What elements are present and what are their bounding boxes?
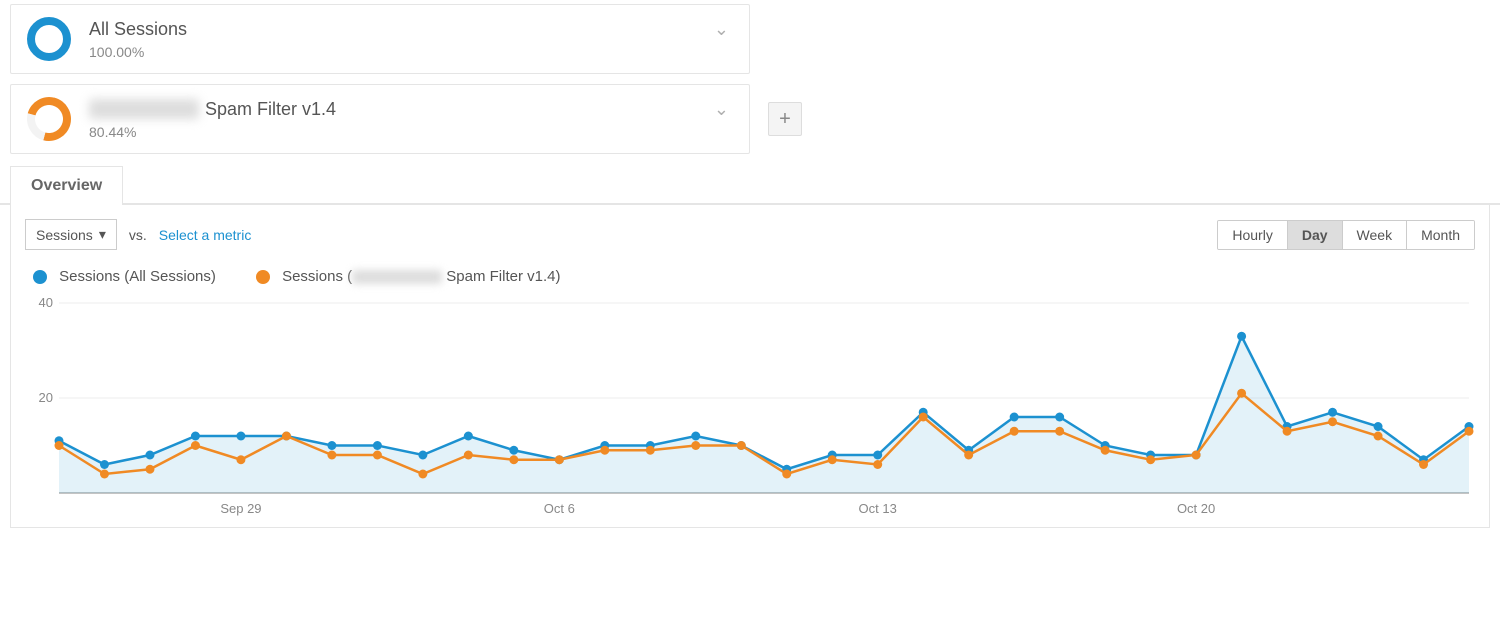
data-point: [55, 441, 64, 450]
data-point: [1237, 332, 1246, 341]
donut-icon-orange: [19, 89, 79, 149]
data-point: [1101, 446, 1110, 455]
data-point: [236, 455, 245, 464]
data-point: [191, 432, 200, 441]
data-point: [737, 441, 746, 450]
segment-row-0: All Sessions 100.00% ⌄: [10, 4, 1490, 74]
data-point: [555, 455, 564, 464]
data-point: [1465, 427, 1474, 436]
data-point: [1055, 413, 1064, 422]
data-point: [373, 451, 382, 460]
data-point: [782, 470, 791, 479]
data-point: [1192, 451, 1201, 460]
legend-label-b-prefix: Sessions (: [282, 268, 352, 285]
data-point: [282, 432, 291, 441]
data-point: [1010, 427, 1019, 436]
segment-percent: 100.00%: [89, 44, 187, 60]
data-point: [418, 470, 427, 479]
tab-overview[interactable]: Overview: [10, 166, 123, 205]
segment-row-1: Spam Filter v1.4 80.44% ⌄ +: [10, 84, 1490, 154]
data-point: [1374, 432, 1383, 441]
caret-down-icon: ▾: [99, 226, 106, 243]
segment-text: Spam Filter v1.4 80.44%: [89, 99, 336, 140]
area-fill: [59, 336, 1469, 493]
line-chart-svg: 20 40 Sep 29 Oct 6 Oct 13 Oct 20: [25, 291, 1479, 521]
data-point: [1328, 408, 1337, 417]
legend-item-all-sessions: Sessions (All Sessions): [33, 268, 216, 285]
data-point: [1328, 417, 1337, 426]
data-point: [509, 455, 518, 464]
segments-area: All Sessions 100.00% ⌄ Spam Filter v1.4 …: [0, 0, 1500, 154]
x-tick-label: Oct 20: [1177, 501, 1215, 516]
data-point: [1146, 455, 1155, 464]
metric-selector[interactable]: Sessions ▾: [25, 219, 117, 250]
data-point: [691, 441, 700, 450]
data-point: [145, 465, 154, 474]
granularity-day[interactable]: Day: [1287, 221, 1342, 249]
segment-title: Spam Filter v1.4: [89, 99, 336, 120]
add-segment-button[interactable]: +: [768, 102, 802, 136]
y-tick-label: 40: [39, 295, 53, 310]
segment-percent: 80.44%: [89, 124, 336, 140]
redacted-text: [352, 270, 442, 284]
controls-left: Sessions ▾ vs. Select a metric: [25, 219, 251, 250]
legend-dot-orange: [256, 270, 270, 284]
segment-card-all-sessions[interactable]: All Sessions 100.00% ⌄: [10, 4, 750, 74]
data-point: [464, 432, 473, 441]
data-point: [1010, 413, 1019, 422]
x-tick-label: Oct 6: [544, 501, 575, 516]
redacted-text: [89, 99, 199, 119]
data-point: [1283, 427, 1292, 436]
segment-title: All Sessions: [89, 19, 187, 40]
data-point: [828, 455, 837, 464]
x-tick-label: Sep 29: [220, 501, 261, 516]
granularity-month[interactable]: Month: [1406, 221, 1474, 249]
data-point: [327, 451, 336, 460]
data-point: [191, 441, 200, 450]
data-point: [100, 460, 109, 469]
data-point: [236, 432, 245, 441]
select-metric-link[interactable]: Select a metric: [159, 227, 252, 243]
data-point: [327, 441, 336, 450]
granularity-hourly[interactable]: Hourly: [1218, 221, 1286, 249]
data-point: [646, 446, 655, 455]
data-point: [1419, 460, 1428, 469]
data-point: [100, 470, 109, 479]
legend-item-spam-filter: Sessions ( Spam Filter v1.4): [256, 268, 561, 285]
metric-selector-label: Sessions: [36, 227, 93, 243]
donut-icon-blue: [27, 17, 71, 61]
data-point: [1237, 389, 1246, 398]
x-tick-label: Oct 13: [859, 501, 897, 516]
data-point: [600, 446, 609, 455]
data-point: [1055, 427, 1064, 436]
chart-panel: Sessions ▾ vs. Select a metric HourlyDay…: [10, 205, 1490, 528]
line-chart: 20 40 Sep 29 Oct 6 Oct 13 Oct 20: [25, 291, 1475, 521]
data-point: [418, 451, 427, 460]
chevron-down-icon[interactable]: ⌄: [714, 99, 729, 120]
vs-label: vs.: [129, 227, 147, 243]
y-tick-label: 20: [39, 390, 53, 405]
chevron-down-icon[interactable]: ⌄: [714, 19, 729, 40]
data-point: [873, 460, 882, 469]
data-point: [1374, 422, 1383, 431]
data-point: [919, 413, 928, 422]
legend-label-a: Sessions (All Sessions): [59, 268, 216, 285]
data-point: [509, 446, 518, 455]
data-point: [464, 451, 473, 460]
data-point: [145, 451, 154, 460]
chart-controls: Sessions ▾ vs. Select a metric HourlyDay…: [25, 219, 1475, 250]
data-point: [373, 441, 382, 450]
data-point: [964, 451, 973, 460]
legend-label-b-suffix: Spam Filter v1.4): [442, 268, 560, 285]
data-point: [691, 432, 700, 441]
tab-bar: Overview: [0, 164, 1500, 205]
chart-legend: Sessions (All Sessions) Sessions ( Spam …: [33, 268, 1475, 285]
segment-card-spam-filter[interactable]: Spam Filter v1.4 80.44% ⌄: [10, 84, 750, 154]
segment-text: All Sessions 100.00%: [89, 19, 187, 60]
legend-dot-blue: [33, 270, 47, 284]
segment-title-suffix: Spam Filter v1.4: [205, 99, 336, 120]
data-point: [873, 451, 882, 460]
granularity-week[interactable]: Week: [1342, 221, 1407, 249]
granularity-toggle: HourlyDayWeekMonth: [1217, 220, 1475, 250]
